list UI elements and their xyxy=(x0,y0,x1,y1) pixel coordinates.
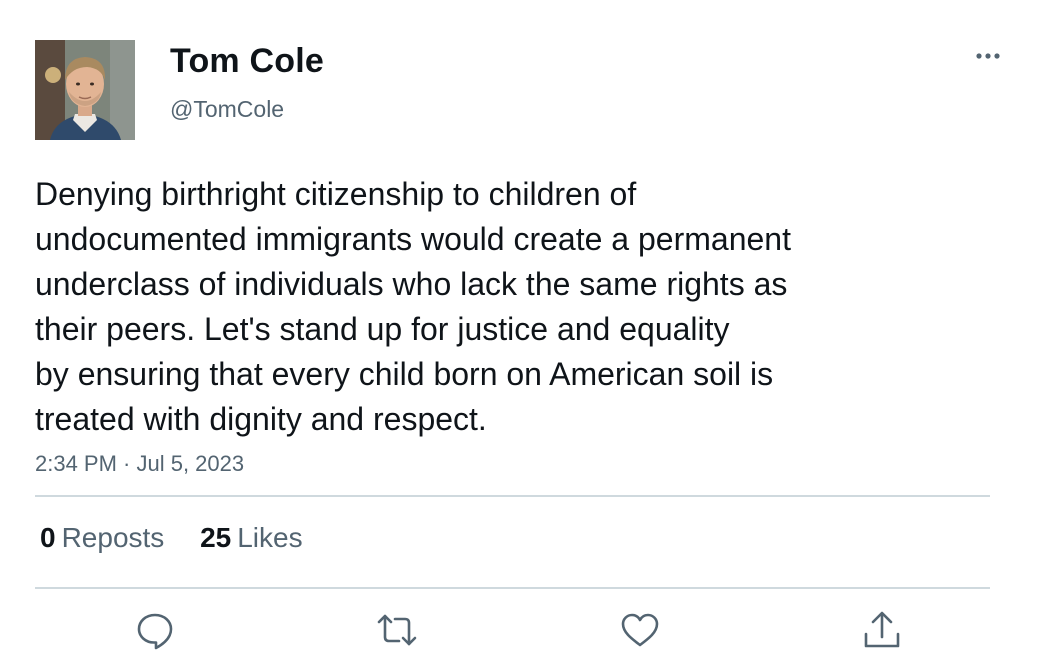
repost-arrows-icon xyxy=(377,614,417,646)
reply-button[interactable] xyxy=(133,608,177,652)
likes-count: 25 xyxy=(200,522,232,553)
author-avatar[interactable] xyxy=(35,40,135,140)
divider xyxy=(35,587,990,589)
author-name[interactable]: Tom Cole xyxy=(170,42,324,81)
reposts-stat[interactable]: 0 Reposts xyxy=(40,522,164,554)
likes-label: Likes xyxy=(237,522,303,553)
heart-icon xyxy=(621,613,659,647)
more-dots-icon xyxy=(976,53,1000,59)
tweet-timestamp[interactable]: 2:34 PM · Jul 5, 2023 xyxy=(35,451,244,477)
author-handle[interactable]: @TomCole xyxy=(170,96,284,123)
engagement-stats: 0 Reposts 25 Likes xyxy=(40,522,331,554)
tweet-text: Denying birthright citizenship to childr… xyxy=(35,176,791,437)
like-button[interactable] xyxy=(618,608,662,652)
divider xyxy=(35,495,990,497)
reposts-label: Reposts xyxy=(61,522,165,553)
reposts-count: 0 xyxy=(40,522,56,553)
more-options-button[interactable] xyxy=(968,40,1008,72)
share-upload-icon xyxy=(864,611,900,648)
speech-bubble-icon xyxy=(137,613,173,650)
tweet-card: Tom Cole @TomCole Denying birthright cit… xyxy=(0,0,1050,660)
likes-stat[interactable]: 25 Likes xyxy=(200,522,303,554)
repost-button[interactable] xyxy=(375,608,419,652)
share-button[interactable] xyxy=(860,608,904,652)
profile-photo-icon xyxy=(35,40,135,140)
